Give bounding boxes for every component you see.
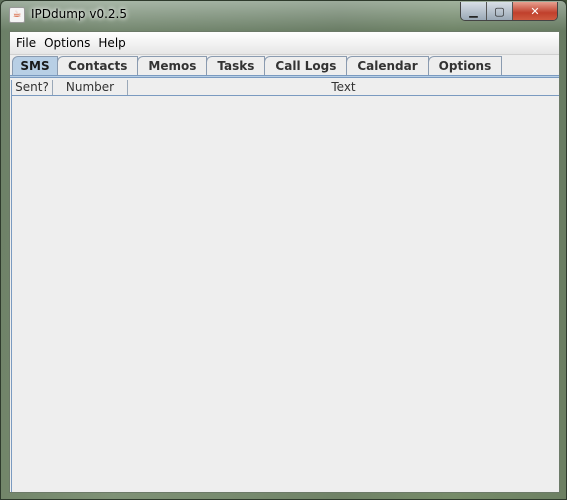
tab-contacts[interactable]: Contacts [57, 56, 139, 75]
app-window: ☕ IPDdump v0.2.5 ▁ ▢ ✕ File Options Help… [0, 0, 567, 500]
column-header-sent[interactable]: Sent? [12, 80, 53, 95]
tab-sms[interactable]: SMS [12, 56, 58, 75]
menu-options[interactable]: Options [40, 36, 94, 50]
menu-help[interactable]: Help [94, 36, 129, 50]
menu-bar: File Options Help [10, 32, 559, 55]
window-title: IPDdump v0.2.5 [31, 7, 127, 21]
maximize-icon: ▢ [494, 4, 505, 18]
sms-table[interactable]: Sent? Number Text [11, 80, 559, 492]
tab-memos[interactable]: Memos [137, 56, 208, 75]
tab-options[interactable]: Options [427, 56, 503, 75]
column-header-text[interactable]: Text [128, 80, 559, 95]
client-area: File Options Help SMS Contacts Memos Tas… [9, 31, 560, 493]
maximize-button[interactable]: ▢ [487, 2, 513, 20]
tab-tasks[interactable]: Tasks [206, 56, 266, 75]
tab-calendar[interactable]: Calendar [346, 56, 429, 75]
java-icon: ☕ [9, 7, 25, 23]
title-bar[interactable]: ☕ IPDdump v0.2.5 ▁ ▢ ✕ [1, 1, 566, 29]
minimize-button[interactable]: ▁ [461, 2, 487, 20]
tab-call-logs[interactable]: Call Logs [264, 56, 348, 75]
menu-file[interactable]: File [12, 36, 40, 50]
column-header-number[interactable]: Number [53, 80, 128, 95]
tab-divider [10, 75, 559, 78]
close-button[interactable]: ✕ [513, 2, 557, 20]
close-icon: ✕ [530, 4, 540, 18]
minimize-icon: ▁ [469, 4, 478, 18]
table-header: Sent? Number Text [12, 80, 559, 96]
tab-bar: SMS Contacts Memos Tasks Call Logs Calen… [12, 56, 503, 75]
